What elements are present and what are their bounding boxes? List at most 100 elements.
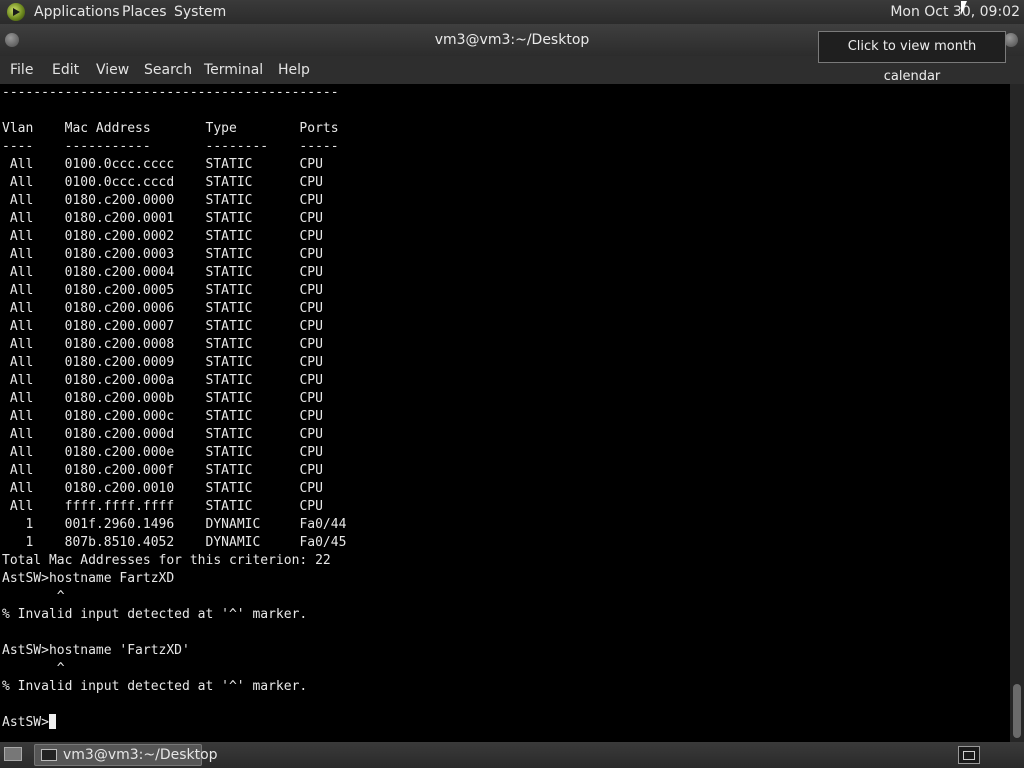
mac-cell: 0180.c200.0003 <box>64 247 206 262</box>
menu-view[interactable]: View <box>96 56 129 84</box>
vlan-cell: All <box>2 391 65 406</box>
mac-cell: 0180.c200.000a <box>64 373 206 388</box>
menu-help[interactable]: Help <box>278 56 310 84</box>
vlan-cell: 1 <box>2 517 65 532</box>
mac-cell: 0180.c200.0005 <box>64 283 206 298</box>
workspace-switcher-icon[interactable] <box>958 746 980 764</box>
table-row: All 0180.c200.0006 STATIC CPU <box>2 301 323 316</box>
table-row: All 0180.c200.000e STATIC CPU <box>2 445 323 460</box>
type-cell: STATIC <box>205 337 300 352</box>
applications-menu[interactable]: Applications <box>34 0 120 24</box>
taskbar-window-button[interactable]: vm3@vm3:~/Desktop <box>34 744 218 766</box>
system-menu[interactable]: System <box>174 0 226 24</box>
applications-logo-icon[interactable] <box>7 3 25 21</box>
command-history: Total Mac Addresses for this criterion: … <box>2 553 331 694</box>
table-underline: ---- ----------- -------- ----- <box>2 139 339 154</box>
vlan-cell: 1 <box>2 535 65 550</box>
vlan-cell: All <box>2 301 65 316</box>
ports-cell: CPU <box>299 373 323 388</box>
table-row: All 0180.c200.0005 STATIC CPU <box>2 283 323 298</box>
mac-cell: 0180.c200.000f <box>64 463 206 478</box>
ports-cell: CPU <box>299 211 323 226</box>
vlan-cell: All <box>2 229 65 244</box>
mac-cell: 807b.8510.4052 <box>64 535 206 550</box>
ports-cell: CPU <box>299 409 323 424</box>
top-panel: Applications Places System Mon Oct 30, 0… <box>0 0 1024 24</box>
table-row: All 0180.c200.000c STATIC CPU <box>2 409 323 424</box>
vlan-cell: All <box>2 247 65 262</box>
mac-cell: 0180.c200.0007 <box>64 319 206 334</box>
vlan-cell: All <box>2 211 65 226</box>
table-row: All 0100.0ccc.cccd STATIC CPU <box>2 175 323 190</box>
type-cell: DYNAMIC <box>205 517 300 532</box>
text-cursor <box>48 714 56 729</box>
type-cell: STATIC <box>205 427 300 442</box>
vlan-cell: All <box>2 175 65 190</box>
prompt: AstSW> <box>2 715 49 730</box>
type-cell: STATIC <box>205 499 300 514</box>
table-row: All 0180.c200.0003 STATIC CPU <box>2 247 323 262</box>
calendar-tooltip: Click to view month calendar <box>818 31 1006 84</box>
table-row: 1 001f.2960.1496 DYNAMIC Fa0/44 <box>2 517 346 532</box>
mac-cell: 001f.2960.1496 <box>64 517 206 532</box>
menu-search[interactable]: Search <box>144 56 192 84</box>
mac-cell: 0180.c200.000c <box>64 409 206 424</box>
ports-cell: CPU <box>299 337 323 352</box>
mac-cell: 0180.c200.0002 <box>64 229 206 244</box>
mac-cell: 0100.0ccc.cccd <box>64 175 206 190</box>
mac-cell: ffff.ffff.ffff <box>64 499 206 514</box>
terminal-area[interactable]: ----------------------------------------… <box>0 84 1010 742</box>
type-cell: STATIC <box>205 265 300 280</box>
table-row: All ffff.ffff.ffff STATIC CPU <box>2 499 323 514</box>
terminal-line: % Invalid input detected at '^' marker. <box>2 607 308 622</box>
ports-cell: CPU <box>299 499 323 514</box>
menu-terminal[interactable]: Terminal <box>204 56 263 84</box>
table-row: All 0180.c200.000f STATIC CPU <box>2 463 323 478</box>
table-row: All 0180.c200.0010 STATIC CPU <box>2 481 323 496</box>
ports-cell: CPU <box>299 427 323 442</box>
vlan-cell: All <box>2 283 65 298</box>
menu-file[interactable]: File <box>10 56 33 84</box>
vlan-cell: All <box>2 157 65 172</box>
ports-cell: CPU <box>299 283 323 298</box>
table-row: All 0180.c200.0002 STATIC CPU <box>2 229 323 244</box>
vlan-cell: All <box>2 499 65 514</box>
type-cell: STATIC <box>205 463 300 478</box>
ports-cell: Fa0/44 <box>299 517 347 532</box>
ports-cell: CPU <box>299 355 323 370</box>
scrollbar-thumb[interactable] <box>1013 684 1021 738</box>
vlan-cell: All <box>2 409 65 424</box>
vlan-cell: All <box>2 445 65 460</box>
ports-cell: CPU <box>299 481 323 496</box>
show-desktop-icon[interactable] <box>4 747 22 761</box>
ports-cell: CPU <box>299 391 323 406</box>
clock[interactable]: Mon Oct 30, 09:02 <box>890 0 1020 24</box>
menu-edit[interactable]: Edit <box>52 56 79 84</box>
vlan-cell: All <box>2 337 65 352</box>
ports-cell: CPU <box>299 229 323 244</box>
places-menu[interactable]: Places <box>122 0 167 24</box>
table-row: All 0180.c200.0008 STATIC CPU <box>2 337 323 352</box>
window-close-icon[interactable] <box>1004 33 1018 47</box>
terminal-scrollbar[interactable] <box>1010 84 1024 742</box>
mac-cell: 0180.c200.0004 <box>64 265 206 280</box>
table-row: All 0180.c200.0000 STATIC CPU <box>2 193 323 208</box>
type-cell: STATIC <box>205 355 300 370</box>
mac-cell: 0180.c200.000b <box>64 391 206 406</box>
mac-table-rows: All 0100.0ccc.cccc STATIC CPU All 0100.0… <box>2 157 347 550</box>
type-cell: STATIC <box>205 157 300 172</box>
terminal-line: AstSW>hostname FartzXD <box>2 571 175 586</box>
table-row: All 0180.c200.0009 STATIC CPU <box>2 355 323 370</box>
taskbar-window-label: vm3@vm3:~/Desktop <box>63 747 218 763</box>
type-cell: STATIC <box>205 301 300 316</box>
table-row: All 0180.c200.0007 STATIC CPU <box>2 319 323 334</box>
terminal-line: AstSW>hostname 'FartzXD' <box>2 643 190 658</box>
vlan-cell: All <box>2 481 65 496</box>
mac-cell: 0180.c200.0000 <box>64 193 206 208</box>
ports-cell: Fa0/45 <box>299 535 347 550</box>
terminal-line: Total Mac Addresses for this criterion: … <box>2 553 331 568</box>
vlan-cell: All <box>2 427 65 442</box>
mac-cell: 0180.c200.0009 <box>64 355 206 370</box>
table-header: Vlan Mac Address Type Ports <box>2 121 339 136</box>
type-cell: STATIC <box>205 229 300 244</box>
